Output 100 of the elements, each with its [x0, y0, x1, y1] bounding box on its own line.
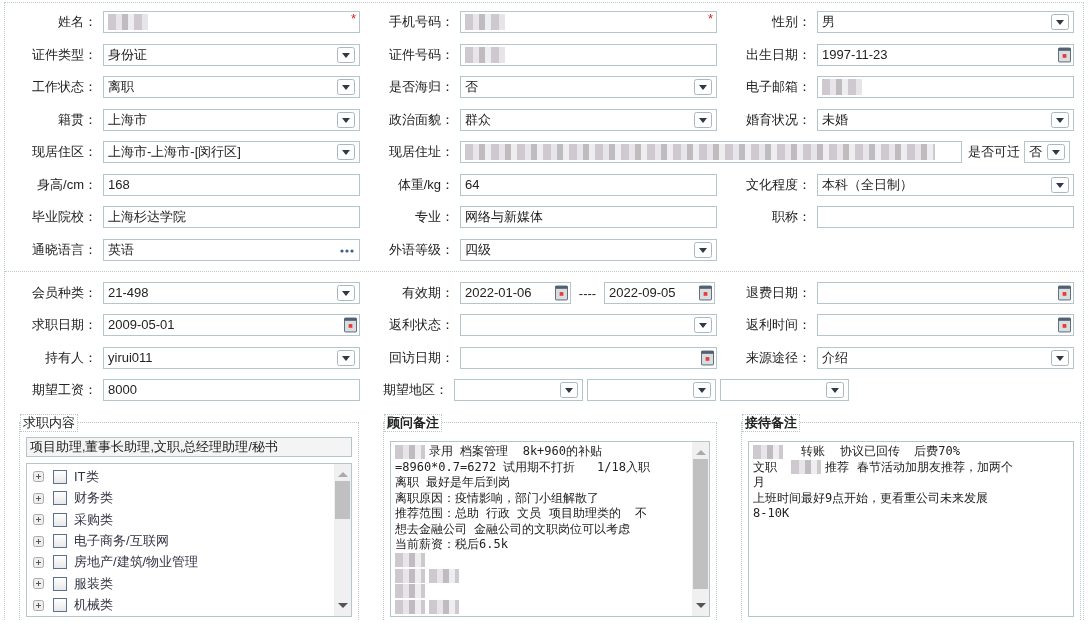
- date-field[interactable]: 2022-01-06: [460, 282, 571, 304]
- redacted-text: [395, 444, 425, 459]
- calendar-icon[interactable]: [699, 285, 712, 301]
- date-field[interactable]: 2009-05-01: [103, 314, 360, 337]
- note-text: 想去金融公司 金融公司的文职岗位可以考虑: [395, 521, 631, 536]
- checkbox[interactable]: [53, 598, 67, 613]
- field-label: 政治面貌：: [388, 110, 454, 129]
- calendar-icon[interactable]: [555, 285, 568, 301]
- field-label: 退费日期：: [745, 284, 811, 302]
- input-field[interactable]: 8000: [103, 378, 360, 401]
- field-label: 文化程度：: [745, 175, 811, 194]
- calendar-icon[interactable]: [344, 317, 357, 334]
- field-label: 婚育状况：: [745, 110, 811, 129]
- select-field[interactable]: 上海市-上海市-[闵行区]: [103, 141, 360, 163]
- checkbox[interactable]: [53, 491, 67, 506]
- field-label: 求职日期：: [31, 316, 97, 335]
- date-field[interactable]: [460, 346, 717, 369]
- select-field[interactable]: 上海市: [103, 108, 360, 131]
- field-label: 手机号码：: [388, 13, 454, 31]
- redacted-text: [791, 460, 822, 475]
- tree-item[interactable]: 财务类: [74, 489, 113, 508]
- field-label: 是否海归：: [388, 78, 454, 96]
- note-text: 推荐 春节活动加朋友推荐，加两个: [825, 459, 1013, 474]
- input-field[interactable]: 64: [460, 173, 717, 196]
- input-field[interactable]: 英语: [103, 238, 360, 261]
- date-field[interactable]: 1997-11-23: [817, 43, 1074, 66]
- select-field[interactable]: 21-498: [103, 282, 360, 304]
- select-field[interactable]: 群众: [460, 108, 717, 131]
- select-field[interactable]: yirui011: [103, 346, 360, 369]
- redacted-text: [429, 599, 459, 614]
- select-field[interactable]: 四级: [460, 238, 717, 261]
- input-field[interactable]: [460, 141, 962, 163]
- redacted-text: [395, 553, 425, 568]
- tree-item[interactable]: 机械类: [74, 596, 113, 615]
- input-field[interactable]: [817, 206, 1074, 228]
- group-title: 顾问备注: [384, 414, 442, 433]
- required-mark: *: [350, 10, 356, 28]
- field-label: 期望工资：: [31, 380, 97, 399]
- input-field[interactable]: *: [460, 11, 717, 33]
- input-field[interactable]: [460, 43, 717, 66]
- input-field[interactable]: 网络与新媒体: [460, 206, 717, 228]
- tree-item[interactable]: IT类: [74, 467, 99, 486]
- field-label: 现居住区：: [31, 143, 97, 161]
- tree-item[interactable]: 服装类: [74, 574, 113, 593]
- select-field[interactable]: 身份证: [103, 43, 360, 66]
- select-field[interactable]: 介绍: [817, 346, 1074, 369]
- note-text: 8-10K: [753, 506, 790, 521]
- redacted-text: [753, 444, 783, 459]
- text-area[interactable]: 转账 协议已回传 后费70% 文职 推荐 春节活动加朋友推荐，加两个 月 上班时间最好9点开始，更看重公司未来发展 8-10K: [748, 441, 1074, 618]
- select-field[interactable]: [454, 378, 583, 401]
- input-field[interactable]: *: [103, 11, 360, 33]
- note-text: 当前薪资：税后6.5k: [395, 537, 508, 552]
- field-label: 会员种类：: [31, 284, 97, 302]
- tree-expand-icon[interactable]: [33, 599, 44, 611]
- scrollbar[interactable]: [692, 442, 709, 617]
- note-text: 月: [753, 475, 765, 490]
- date-field[interactable]: 2022-09-05: [604, 282, 715, 304]
- select-field[interactable]: 男: [817, 11, 1074, 33]
- tree-item[interactable]: 采购类: [74, 510, 113, 529]
- calendar-icon[interactable]: [1058, 317, 1071, 334]
- checkbox[interactable]: [53, 534, 67, 549]
- field-label: 通晓语言：: [31, 240, 97, 259]
- calendar-icon[interactable]: [701, 349, 714, 366]
- calendar-icon[interactable]: [1058, 285, 1071, 301]
- field-label: 来源途径：: [745, 348, 811, 367]
- field-label: 返利时间：: [745, 316, 811, 335]
- select-field[interactable]: [720, 378, 849, 401]
- input-field[interactable]: 上海杉达学院: [103, 206, 360, 228]
- checkbox[interactable]: [53, 555, 67, 570]
- field-label: 现居住址：: [388, 143, 454, 161]
- tree-expand-icon[interactable]: [33, 535, 44, 547]
- tree-expand-icon[interactable]: [33, 578, 44, 590]
- input-field[interactable]: 项目助理,董事长助理,文职,总经理助理/秘书: [26, 437, 352, 458]
- tree-expand-icon[interactable]: [33, 471, 44, 483]
- select-field[interactable]: 否: [460, 76, 717, 98]
- select-field[interactable]: 本科（全日制）: [817, 173, 1074, 196]
- checkbox[interactable]: [53, 512, 67, 527]
- select-field[interactable]: 离职: [103, 76, 360, 98]
- select-field[interactable]: [587, 378, 716, 401]
- select-field[interactable]: [460, 314, 717, 337]
- tree-expand-icon[interactable]: [33, 514, 44, 526]
- date-field[interactable]: [817, 282, 1074, 304]
- more-icon[interactable]: [340, 248, 354, 253]
- tree-item[interactable]: 房地产/建筑/物业管理: [74, 553, 199, 572]
- date-field[interactable]: [817, 314, 1074, 337]
- field-label: 持有人：: [44, 348, 97, 367]
- select-field[interactable]: 未婚: [817, 108, 1074, 131]
- input-field[interactable]: 168: [103, 173, 360, 196]
- input-field[interactable]: [817, 76, 1074, 98]
- checkbox[interactable]: [53, 576, 67, 591]
- scrollbar[interactable]: [334, 464, 351, 617]
- calendar-icon[interactable]: [1058, 46, 1071, 63]
- select-field[interactable]: 否: [1024, 141, 1070, 163]
- checkbox[interactable]: [53, 469, 67, 484]
- tree-expand-icon[interactable]: [33, 492, 44, 504]
- field-label: 体重/kg：: [396, 175, 454, 194]
- tree-item[interactable]: 电子商务/互联网: [74, 532, 169, 551]
- text-area[interactable]: 录用 档案管理 8k+960的补贴 =8960*0.7=6272 试用期不打折 1/18入职 离职 最好是年后到岗 离职原因：疫情影响，部门小组解散了 推荐范围：总助 行政 文员 项目助理类的 不 想去金融公司 金融公司的文职岗位可以考虑 当前薪资：税后6.5k: [390, 441, 710, 618]
- tree-expand-icon[interactable]: [33, 556, 44, 568]
- redacted-text: [395, 568, 425, 583]
